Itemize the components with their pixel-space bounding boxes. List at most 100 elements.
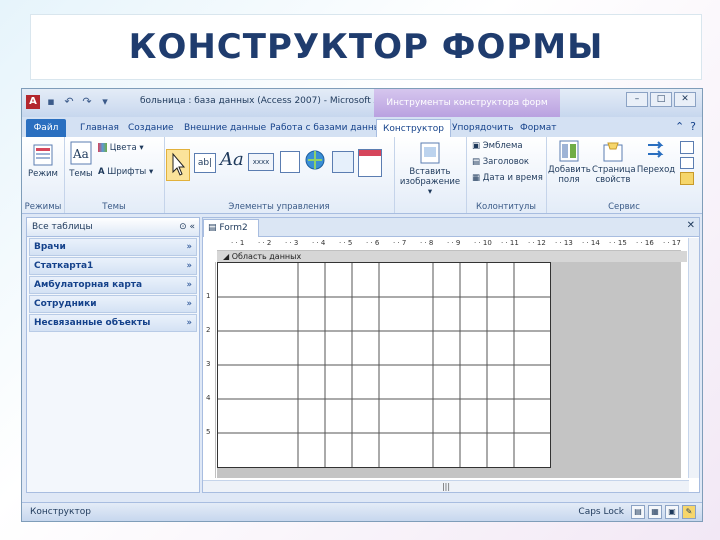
hyperlink-tool-icon bbox=[305, 150, 325, 170]
status-bar: Конструктор Caps Lock ▤ ▦ ▣ ✎ bbox=[22, 502, 702, 521]
calendar-icon: ▦ bbox=[472, 173, 481, 183]
undo-icon[interactable]: ↶ bbox=[62, 95, 76, 109]
view-label: Режим bbox=[28, 169, 58, 179]
group-views-label: Режимы bbox=[24, 202, 62, 212]
tab-external-data[interactable]: Внешние данные bbox=[184, 119, 266, 137]
nav-group-employees[interactable]: Сотрудники » bbox=[29, 295, 197, 313]
group-controls-label: Элементы управления bbox=[228, 202, 330, 212]
horizontal-ruler: · · 1 · · 2 · · 3 · · 4 · · 5 · · 6 · · 7 · · 8… bbox=[217, 238, 681, 251]
textbox-tool-icon[interactable]: ab| bbox=[194, 153, 216, 173]
detail-section-label: Область данных bbox=[231, 252, 302, 261]
window-title: больница : база данных (Access 2007) - M… bbox=[140, 96, 405, 106]
group-tools-label: Сервис bbox=[608, 202, 640, 212]
colors-icon bbox=[98, 143, 107, 152]
close-document-icon[interactable]: ✕ bbox=[687, 220, 695, 231]
chevron-down-icon: » bbox=[186, 318, 192, 328]
tab-home[interactable]: Главная bbox=[80, 119, 119, 137]
label-tool-icon[interactable]: Aa bbox=[220, 149, 244, 170]
nav-group-unrelated[interactable]: Несвязанные объекты » bbox=[29, 314, 197, 332]
insert-image-button[interactable]: Вставить изображение ▾ bbox=[398, 141, 462, 197]
nav-group-label: Несвязанные объекты bbox=[34, 318, 151, 328]
ruler-h-tick: · · 12 bbox=[528, 239, 546, 247]
nav-group-doctors[interactable]: Врачи » bbox=[29, 238, 197, 256]
ruler-h-tick: · · 5 bbox=[339, 239, 353, 247]
tab-design[interactable]: Конструктор bbox=[376, 119, 451, 138]
insert-image-label2: изображение bbox=[399, 177, 461, 187]
tab-file[interactable]: Файл bbox=[26, 119, 66, 137]
tab-arrange[interactable]: Упорядочить bbox=[452, 119, 513, 137]
detail-section-bar[interactable]: ◢ Область данных bbox=[217, 251, 687, 262]
datetime-button[interactable]: ▦ Дата и время bbox=[472, 173, 543, 183]
nav-pane-header[interactable]: Все таблицы ⊙ « bbox=[27, 218, 199, 237]
ruler-v-tick: 3 bbox=[206, 360, 211, 368]
slide-title: КОНСТРУКТОР ФОРМЫ bbox=[30, 14, 702, 80]
layout-view-icon[interactable]: ▣ bbox=[665, 505, 679, 519]
macro-icon[interactable] bbox=[680, 156, 694, 170]
form-canvas[interactable] bbox=[217, 262, 551, 468]
group-themes: Aa Темы Цвета ▾ A Шрифты ▾ Темы bbox=[64, 137, 165, 213]
title-icon: ▤ bbox=[472, 157, 481, 167]
fonts-icon: A bbox=[98, 167, 105, 177]
select-tool-button[interactable] bbox=[166, 149, 190, 181]
colors-label: Цвета bbox=[109, 143, 137, 153]
horizontal-scrollbar[interactable]: ||| bbox=[203, 480, 689, 492]
tab-database-tools[interactable]: Работа с базами данных bbox=[270, 119, 386, 137]
nav-group-outpatient-card[interactable]: Амбулаторная карта » bbox=[29, 276, 197, 294]
insert-image-label1: Вставить bbox=[409, 167, 451, 177]
nav-pane-controls[interactable]: ⊙ « bbox=[179, 218, 195, 236]
code-icon[interactable] bbox=[680, 141, 694, 154]
chevron-down-icon: » bbox=[186, 242, 192, 252]
title-button[interactable]: ▤ Заголовок bbox=[472, 157, 529, 167]
help-icon[interactable]: ? bbox=[690, 120, 696, 133]
tab-format[interactable]: Формат bbox=[520, 119, 557, 137]
datasheet-view-icon[interactable]: ▦ bbox=[648, 505, 662, 519]
logo-button[interactable]: ▣ Эмблема bbox=[472, 141, 523, 151]
access-app-icon[interactable]: A bbox=[26, 95, 40, 109]
convert-macros-icon[interactable] bbox=[680, 172, 694, 186]
ruler-h-tick: · · 9 bbox=[447, 239, 461, 247]
themes-icon: Aa bbox=[70, 141, 92, 165]
quick-access-toolbar: ▪ ↶ ↷ ▾ bbox=[44, 95, 112, 109]
property-sheet-button[interactable]: Страница свойств bbox=[592, 139, 636, 185]
minimize-ribbon-icon[interactable]: ⌃ bbox=[675, 120, 684, 133]
document-tab-bar: ▤ Form2 ✕ bbox=[203, 218, 699, 237]
nav-group-statcard[interactable]: Статкарта1 » bbox=[29, 257, 197, 275]
view-button[interactable]: Режим bbox=[26, 143, 60, 179]
navigation-tool-icon[interactable] bbox=[358, 149, 382, 177]
fonts-button[interactable]: A Шрифты ▾ bbox=[98, 167, 153, 177]
form-view-icon[interactable]: ▤ bbox=[631, 505, 645, 519]
svg-text:Aa: Aa bbox=[72, 147, 89, 161]
form-design-view: ▤ Form2 ✕ · · 1 · · 2 · · 3 · · 4 · · 5 · · 6… bbox=[202, 217, 700, 493]
ribbon: Режим Режимы Aa Темы Цвета ▾ A Шрифты ▾ … bbox=[22, 137, 702, 214]
minimize-button[interactable]: – bbox=[626, 92, 648, 107]
ruler-v-tick: 5 bbox=[206, 428, 211, 436]
design-view-icon[interactable]: ✎ bbox=[682, 505, 696, 519]
vertical-scrollbar[interactable] bbox=[688, 238, 699, 478]
web-browser-tool-icon[interactable] bbox=[332, 151, 354, 173]
window-controls: – □ ✕ bbox=[626, 92, 696, 107]
group-header-footer-label: Колонтитулы bbox=[475, 202, 537, 212]
save-icon[interactable]: ▪ bbox=[44, 95, 58, 109]
ribbon-help-area: ⌃ ? bbox=[675, 120, 696, 133]
tab-order-button[interactable]: Переход bbox=[636, 139, 676, 175]
tab-create[interactable]: Создание bbox=[128, 119, 174, 137]
insert-image-icon bbox=[420, 142, 440, 164]
logo-icon: ▣ bbox=[472, 141, 481, 151]
ruler-h-tick: · · 7 bbox=[393, 239, 407, 247]
property-sheet-label1: Страница bbox=[592, 165, 636, 175]
close-button[interactable]: ✕ bbox=[674, 92, 696, 107]
ruler-v-tick: 4 bbox=[206, 394, 211, 402]
themes-label: Темы bbox=[69, 169, 93, 179]
ruler-v-tick: 2 bbox=[206, 326, 211, 334]
button-tool-icon[interactable]: xxxx bbox=[248, 153, 274, 171]
colors-button[interactable]: Цвета ▾ bbox=[98, 143, 144, 153]
redo-icon[interactable]: ↷ bbox=[80, 95, 94, 109]
tab-control-tool-icon[interactable] bbox=[280, 151, 300, 173]
maximize-button[interactable]: □ bbox=[650, 92, 672, 107]
customize-qat-icon[interactable]: ▾ bbox=[98, 95, 112, 109]
ruler-h-tick: · · 8 bbox=[420, 239, 434, 247]
ruler-h-tick: · · 2 bbox=[258, 239, 272, 247]
themes-button[interactable]: Aa Темы bbox=[68, 141, 94, 179]
document-tab-form2[interactable]: ▤ Form2 bbox=[203, 219, 259, 237]
add-fields-button[interactable]: Добавить поля bbox=[548, 139, 591, 185]
